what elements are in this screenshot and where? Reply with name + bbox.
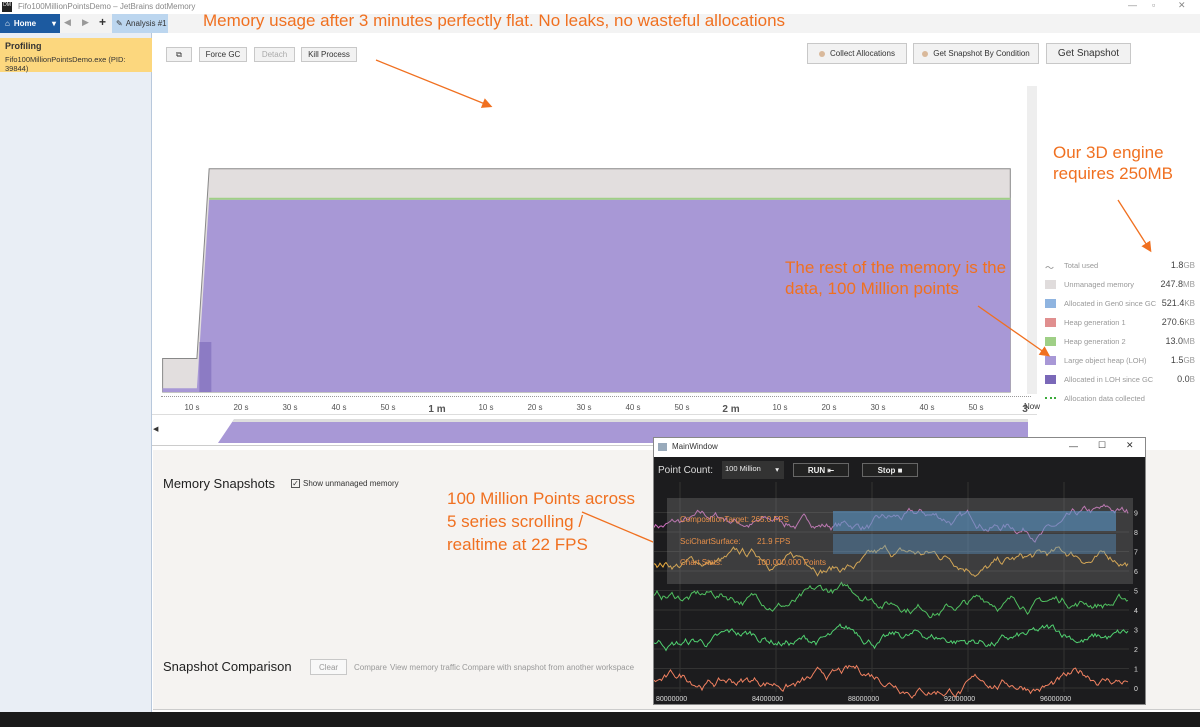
point-count-label: Point Count: (658, 465, 714, 476)
x-tick-label: 80000000 (656, 696, 687, 703)
series-line (654, 581, 1129, 619)
x-tick-label: 88000000 (848, 696, 879, 703)
close-button[interactable]: ✕ (1126, 440, 1134, 451)
composition-bar (833, 511, 1116, 531)
series-line (654, 664, 1129, 699)
chevron-down-icon: ▾ (775, 465, 779, 474)
x-tick-label: 92000000 (944, 696, 975, 703)
y-tick-label: 4 (1134, 608, 1138, 615)
y-tick-label: 6 (1134, 569, 1138, 576)
y-tick-label: 7 (1134, 550, 1138, 557)
y-tick-label: 3 (1134, 628, 1138, 635)
main-window: MainWindow — ☐ ✕ Point Count: 100 Millio… (653, 437, 1146, 705)
point-count-dropdown[interactable]: 100 Million ▾ (722, 461, 784, 479)
stats-overlay: CompositionTarget: 265.0 FPS SciChartSur… (667, 498, 1133, 584)
y-tick-label: 0 (1134, 686, 1138, 693)
maximize-button[interactable]: ☐ (1098, 440, 1106, 451)
y-tick-label: 8 (1134, 530, 1138, 537)
y-tick-label: 5 (1134, 589, 1138, 596)
surface-bar (833, 534, 1116, 554)
x-tick-label: 96000000 (1040, 696, 1071, 703)
window-icon (658, 443, 667, 451)
y-tick-label: 9 (1134, 511, 1138, 518)
stop-button[interactable]: Stop ■ (862, 463, 918, 477)
run-button[interactable]: RUN ⇤ (793, 463, 849, 477)
minimize-button[interactable]: — (1069, 441, 1078, 451)
main-window-titlebar: MainWindow — ☐ ✕ (654, 438, 1145, 457)
series-line (654, 623, 1129, 652)
y-tick-label: 2 (1134, 647, 1138, 654)
x-tick-label: 84000000 (752, 696, 783, 703)
y-tick-label: 1 (1134, 667, 1138, 674)
